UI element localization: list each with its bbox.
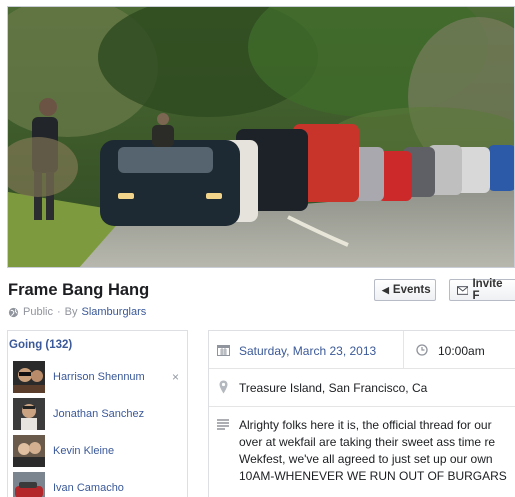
events-button-label: Events [392, 284, 431, 296]
location-row: Treasure Island, San Francisco, Ca [209, 369, 515, 407]
privacy-label: Public [23, 306, 53, 318]
event-description: Alrighty folks here it is, the official … [239, 417, 515, 485]
event-title: Frame Bang Hang [8, 281, 150, 299]
event-details-panel: Saturday, March 23, 2013 10:00am Treasur… [208, 330, 515, 497]
guest-name[interactable]: Ivan Camacho [53, 482, 124, 494]
chevron-left-icon: ◀ [382, 284, 389, 295]
description-line: 10AM-WHENEVER WE RUN OUT OF BURGARS [239, 469, 507, 483]
date-time-row: Saturday, March 23, 2013 10:00am [209, 331, 515, 369]
avatar[interactable] [13, 435, 45, 467]
host-prefix: By [64, 306, 78, 318]
invite-button[interactable]: Invite F [449, 278, 515, 302]
invite-button-label: Invite F [472, 278, 503, 302]
events-button[interactable]: ◀ Events [374, 279, 436, 301]
avatar[interactable] [13, 398, 45, 430]
text-lines-icon [217, 419, 229, 430]
guest-name[interactable]: Kevin Kleine [53, 445, 114, 457]
envelope-icon [457, 285, 469, 295]
host-link[interactable]: Slamburglars [81, 306, 146, 318]
guest-list-item[interactable]: Ivan Camacho [13, 472, 183, 497]
cover-photo[interactable] [7, 6, 515, 268]
guest-list-item[interactable]: Harrison Shennum × [13, 361, 183, 393]
calendar-icon [217, 345, 230, 356]
guest-list-item[interactable]: Jonathan Sanchez [13, 398, 183, 430]
remove-guest-icon[interactable]: × [172, 370, 179, 384]
guest-name[interactable]: Harrison Shennum [53, 371, 145, 383]
description-line: Alrighty folks here it is, the official … [239, 418, 492, 432]
separator-dot: · [56, 306, 61, 318]
map-pin-icon [219, 380, 228, 394]
event-location[interactable]: Treasure Island, San Francisco, Ca [239, 381, 427, 395]
divider [403, 331, 404, 369]
cover-photo-image [8, 7, 514, 267]
description-line: over at wekfail are taking their sweet a… [239, 435, 496, 449]
avatar[interactable] [13, 361, 45, 393]
guest-list-item[interactable]: Kevin Kleine [13, 435, 183, 467]
going-count-link[interactable]: Going (132) [9, 339, 72, 351]
guest-name[interactable]: Jonathan Sanchez [53, 408, 144, 420]
clock-icon [416, 344, 428, 356]
event-time: 10:00am [438, 344, 485, 358]
going-panel: Going (132) Harrison Shennum × Jonathan … [7, 330, 188, 497]
event-date-link[interactable]: Saturday, March 23, 2013 [239, 344, 376, 358]
avatar[interactable] [13, 472, 45, 497]
event-privacy-row: Public · By Slamburglars [8, 306, 146, 318]
description-row: Alrighty folks here it is, the official … [209, 407, 515, 497]
description-line: Wekfest, we've all agreed to just set up… [239, 452, 493, 466]
globe-icon [8, 307, 19, 317]
